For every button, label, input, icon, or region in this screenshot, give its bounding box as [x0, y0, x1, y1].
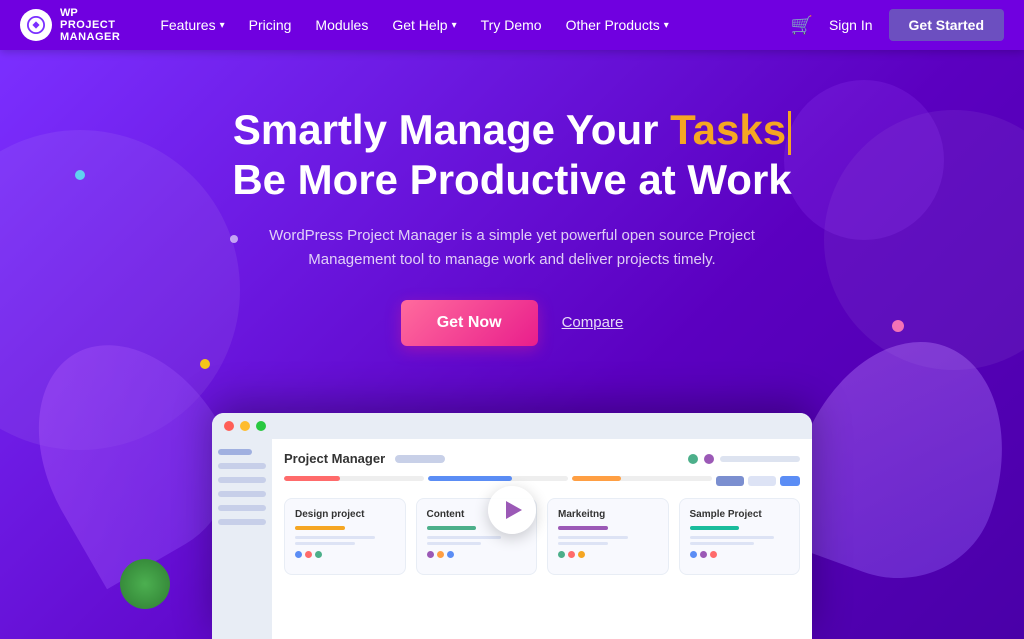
nav-other-products[interactable]: Other Products ▾ [556, 0, 679, 50]
chevron-down-icon: ▾ [452, 20, 457, 31]
cursor [788, 111, 791, 155]
dash-btn[interactable] [748, 476, 776, 486]
progress-fill [428, 476, 512, 481]
progress-fill [284, 476, 340, 481]
progress-item [284, 476, 424, 486]
sidebar-item [218, 505, 266, 511]
project-cards: Design project Content [284, 498, 800, 575]
dash-btn[interactable] [716, 476, 744, 486]
project-card: Markeitng [547, 498, 669, 575]
dash-btn-blue[interactable] [780, 476, 800, 486]
hero-subtitle: WordPress Project Manager is a simple ye… [232, 224, 792, 272]
nav-logo[interactable]: WP PROJECT MANAGER [20, 7, 120, 43]
progress-track [572, 476, 712, 481]
dashboard-body: Project Manager [212, 439, 812, 639]
card-lines [295, 536, 395, 545]
nav-try-demo[interactable]: Try Demo [471, 0, 552, 50]
progress-track [428, 476, 568, 481]
play-icon [506, 501, 522, 519]
blob-top-right [784, 80, 944, 240]
get-started-button[interactable]: Get Started [889, 9, 1004, 41]
card-progress-bar [558, 526, 608, 530]
navbar: WP PROJECT MANAGER Features ▾ Pricing Mo… [0, 0, 1024, 50]
card-dots [690, 551, 790, 558]
dash-header-row: Project Manager [284, 451, 800, 466]
project-card: Design project [284, 498, 406, 575]
chevron-down-icon: ▾ [220, 20, 225, 31]
status-dot-green [688, 454, 698, 464]
hero-title: Smartly Manage Your Tasks Be More Produc… [232, 105, 791, 206]
sidebar-item [218, 491, 266, 497]
nav-modules[interactable]: Modules [305, 0, 378, 50]
dash-title: Project Manager [284, 451, 385, 466]
sidebar-item [218, 449, 252, 455]
compare-button[interactable]: Compare [562, 314, 624, 331]
hero-buttons: Get Now Compare [401, 300, 624, 346]
dot-pink [892, 320, 904, 332]
dot-yellow [200, 359, 210, 369]
card-progress-bar [690, 526, 740, 530]
logo-brand: WP PROJECT MANAGER [60, 7, 120, 43]
play-button[interactable] [488, 486, 536, 534]
nav-features[interactable]: Features ▾ [150, 0, 234, 50]
status-dot-purple [704, 454, 714, 464]
hero-section: Smartly Manage Your Tasks Be More Produc… [0, 50, 1024, 639]
nav-pricing[interactable]: Pricing [239, 0, 302, 50]
logo-icon [20, 9, 52, 41]
dash-search-bar [720, 456, 800, 462]
card-lines [690, 536, 790, 545]
card-lines [558, 536, 658, 545]
progress-item [572, 476, 712, 486]
dot-blue [75, 170, 85, 180]
card-lines [427, 536, 527, 545]
dash-sidebar [212, 439, 272, 639]
titlebar-maximize-dot [256, 421, 266, 431]
titlebar [212, 413, 812, 439]
chevron-down-icon: ▾ [664, 20, 669, 31]
sidebar-item [218, 519, 266, 525]
titlebar-close-dot [224, 421, 234, 431]
nav-right: 🛒 Sign In Get Started [791, 9, 1004, 41]
get-now-button[interactable]: Get Now [401, 300, 538, 346]
dash-main: Project Manager [272, 439, 812, 639]
dash-progress-row [284, 476, 800, 486]
card-dots [295, 551, 395, 558]
progress-item [428, 476, 568, 486]
titlebar-minimize-dot [240, 421, 250, 431]
green-circle-decoration [120, 559, 170, 609]
cart-icon[interactable]: 🛒 [791, 15, 813, 36]
sign-in-button[interactable]: Sign In [829, 17, 873, 33]
dash-header-bar [395, 455, 445, 463]
project-card: Sample Project [679, 498, 801, 575]
sidebar-item [218, 477, 266, 483]
progress-fill [572, 476, 621, 481]
sidebar-item [218, 463, 266, 469]
card-progress-bar [427, 526, 477, 530]
card-dots [427, 551, 527, 558]
card-dots [558, 551, 658, 558]
nav-links: Features ▾ Pricing Modules Get Help ▾ Tr… [150, 0, 790, 50]
dash-header-right [688, 454, 800, 464]
progress-track [284, 476, 424, 481]
card-progress-bar [295, 526, 345, 530]
nav-get-help[interactable]: Get Help ▾ [382, 0, 466, 50]
